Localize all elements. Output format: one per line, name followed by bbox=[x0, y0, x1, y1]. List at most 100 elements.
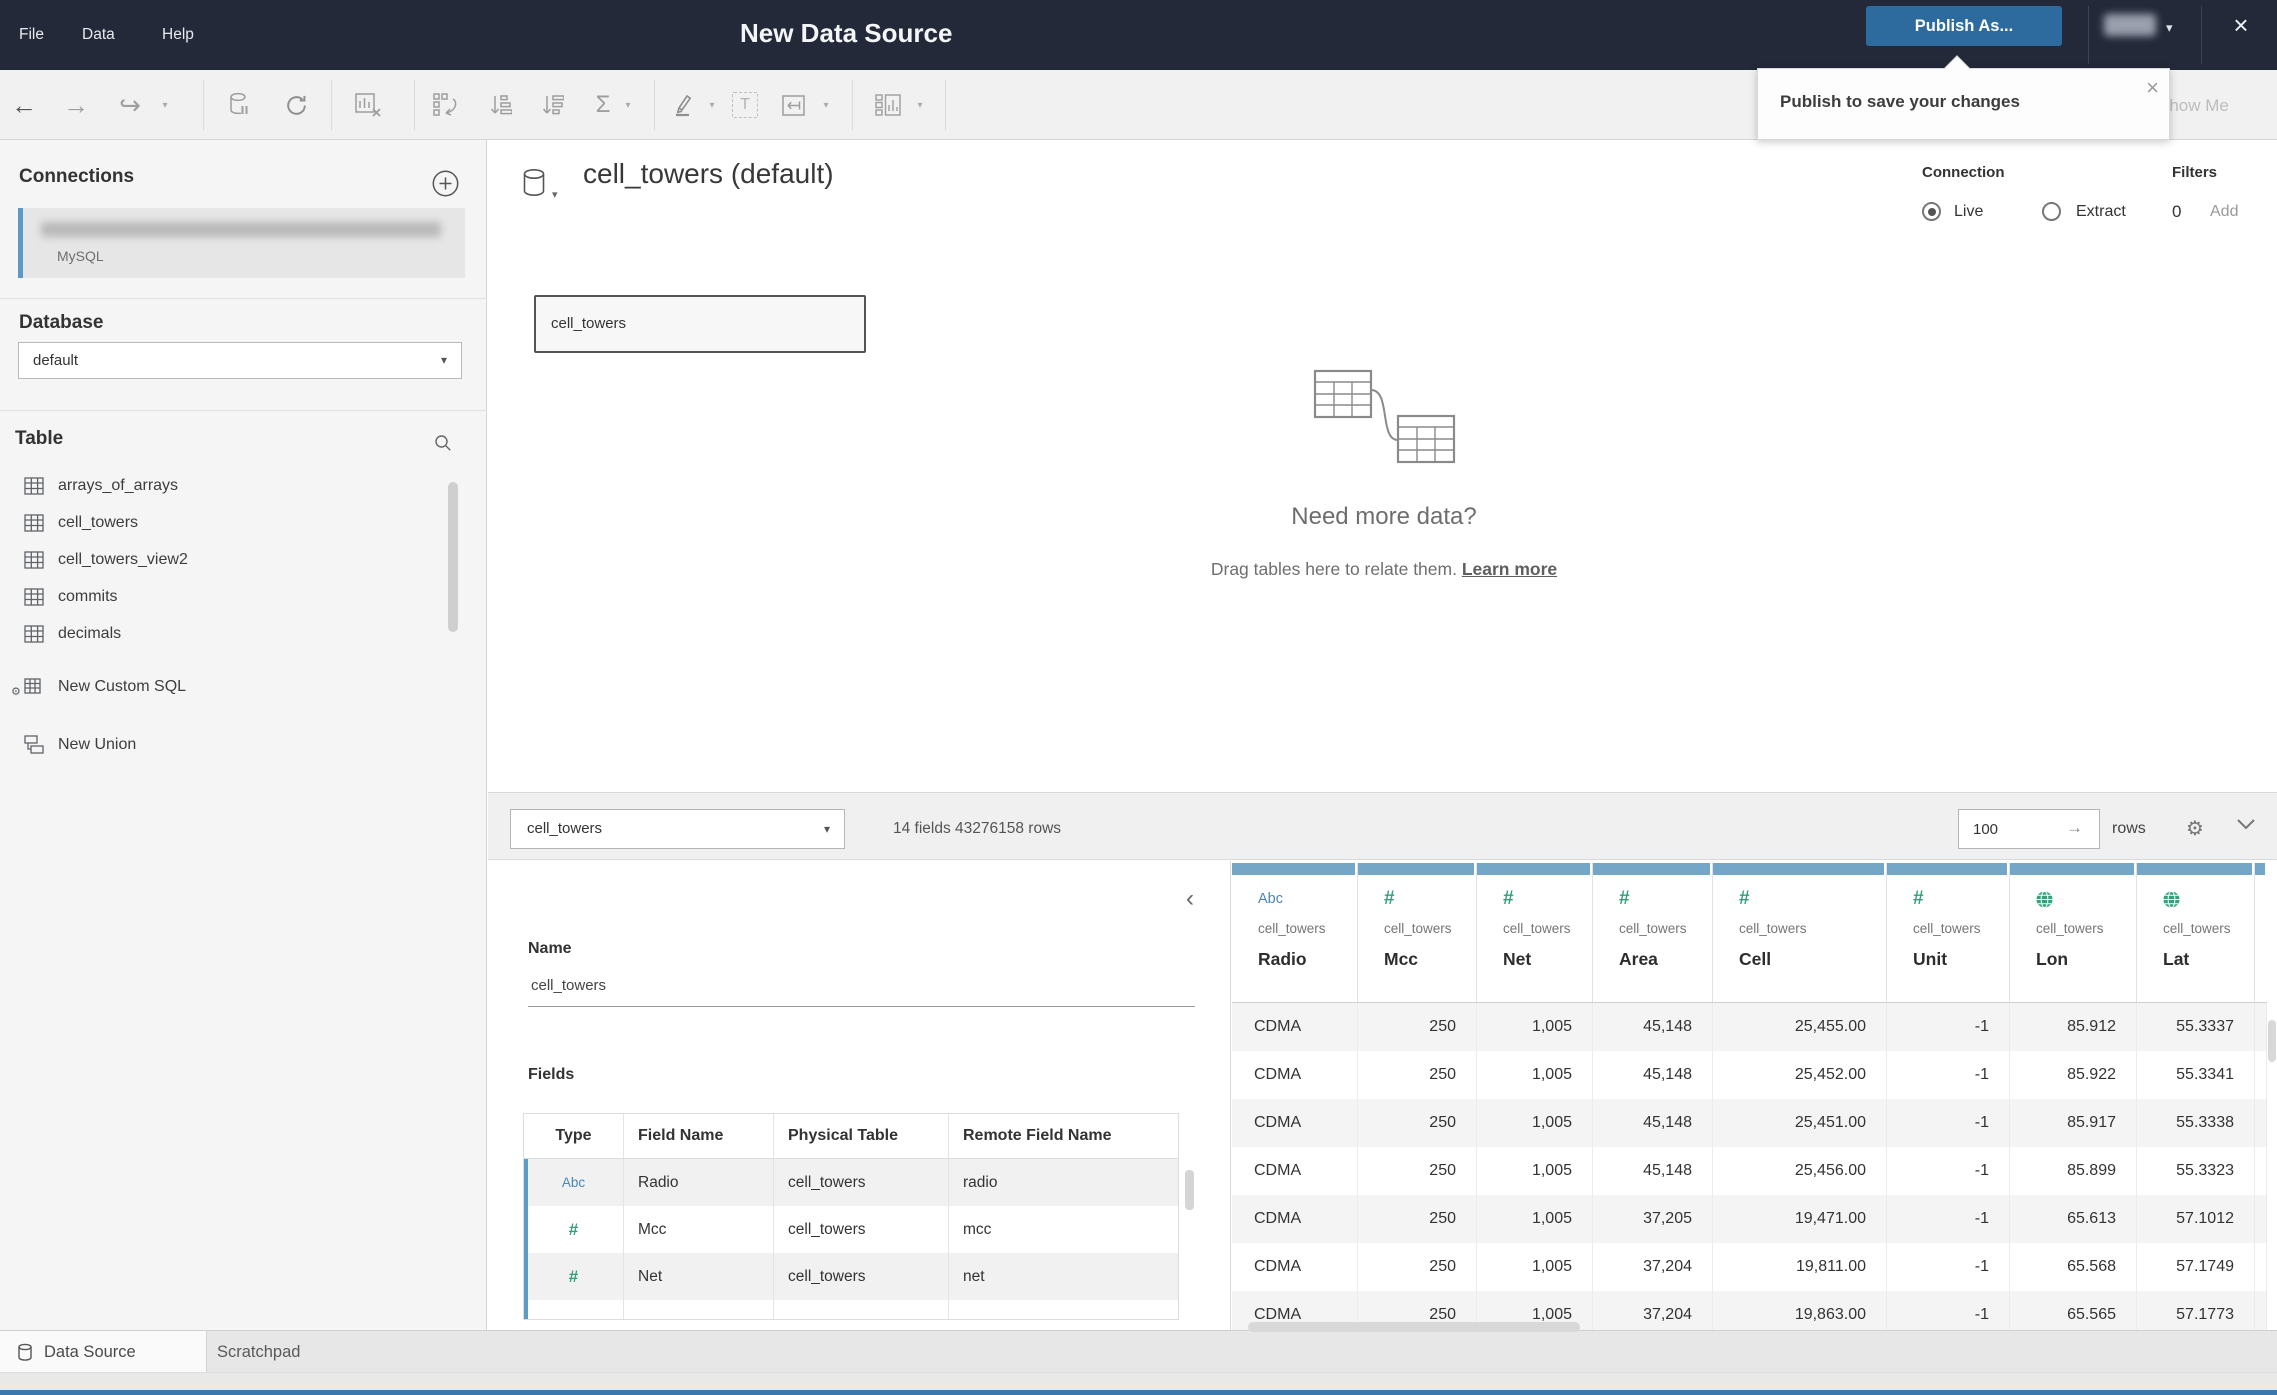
col-remote-field-name: Remote Field Name bbox=[963, 1127, 1112, 1144]
redo-button[interactable]: → bbox=[60, 70, 92, 140]
highlight-caret-icon[interactable]: ▾ bbox=[704, 70, 720, 140]
sidebar-scrollbar[interactable] bbox=[448, 482, 458, 632]
cell: -1 bbox=[1887, 1195, 2010, 1243]
swap-rows-columns-icon[interactable] bbox=[426, 70, 466, 140]
show-cards-icon[interactable] bbox=[868, 70, 908, 140]
name-value[interactable]: cell_towers bbox=[531, 977, 606, 994]
cell: 250 bbox=[1358, 1195, 1477, 1243]
cell: 65.565 bbox=[2010, 1291, 2137, 1330]
field-row-net[interactable]: # Net cell_towers net bbox=[524, 1253, 1178, 1300]
sidebar-item-decimals[interactable]: decimals bbox=[0, 615, 440, 652]
preview-settings-gear-icon[interactable]: ⚙ bbox=[2186, 809, 2204, 849]
extract-label[interactable]: Extract bbox=[2076, 203, 2126, 221]
grid-col-partial bbox=[2255, 863, 2267, 1002]
publish-as-button[interactable]: Publish As... bbox=[1866, 6, 2062, 46]
cell: 250 bbox=[1358, 1243, 1477, 1291]
preview-table-select[interactable]: cell_towers ▾ bbox=[510, 809, 845, 849]
fit-caret-icon[interactable]: ▾ bbox=[818, 70, 834, 140]
collapse-preview-chevron-icon[interactable] bbox=[2236, 817, 2256, 835]
fields-table-scrollbar[interactable] bbox=[1185, 1170, 1194, 1210]
cell: CDMA bbox=[1232, 1051, 1358, 1099]
menu-file[interactable]: File bbox=[19, 0, 44, 70]
new-custom-sql-button[interactable]: ⚙ New Custom SQL bbox=[0, 668, 440, 705]
cell: -1 bbox=[1887, 1243, 2010, 1291]
cell bbox=[2255, 1147, 2267, 1195]
menu-help[interactable]: Help bbox=[162, 0, 194, 70]
totals-sigma-icon[interactable]: Σ bbox=[588, 70, 618, 140]
grid-col-unit[interactable]: # cell_towers Unit bbox=[1887, 863, 2010, 1002]
fit-width-icon[interactable] bbox=[776, 70, 814, 140]
sidebar-item-commits[interactable]: commits bbox=[0, 578, 440, 615]
tab-scratchpad[interactable]: Scratchpad bbox=[217, 1331, 300, 1373]
sidebar-item-arrays-of-arrays[interactable]: arrays_of_arrays bbox=[0, 467, 440, 504]
apply-rows-arrow-icon[interactable]: → bbox=[2066, 809, 2083, 849]
tooltip-close-icon[interactable]: × bbox=[2146, 75, 2159, 101]
user-menu-caret-icon[interactable]: ▾ bbox=[2166, 20, 2173, 36]
extract-radio[interactable] bbox=[2042, 202, 2061, 221]
cell: 45,148 bbox=[1593, 1051, 1713, 1099]
text-annotation-icon[interactable]: T bbox=[728, 70, 762, 140]
grid-col-mcc[interactable]: # cell_towers Mcc bbox=[1358, 863, 1477, 1002]
connection-name-redacted bbox=[41, 222, 441, 237]
tab-data-source-label: Data Source bbox=[44, 1342, 136, 1361]
column-name: Radio bbox=[1258, 949, 1307, 969]
connection-item[interactable]: MySQL bbox=[18, 208, 465, 278]
cell: 25,451.00 bbox=[1713, 1099, 1887, 1147]
show-cards-caret-icon[interactable]: ▾ bbox=[912, 70, 928, 140]
add-connection-icon[interactable] bbox=[432, 170, 459, 202]
cell: -1 bbox=[1887, 1099, 2010, 1147]
close-window-icon[interactable]: × bbox=[2226, 10, 2256, 40]
sidebar-item-cell-towers-view2[interactable]: cell_towers_view2 bbox=[0, 541, 440, 578]
tooltip-text: Publish to save your changes bbox=[1780, 92, 2020, 111]
menu-data[interactable]: Data bbox=[82, 0, 115, 70]
tab-data-source[interactable]: Data Source bbox=[0, 1331, 207, 1373]
preview-toolbar: cell_towers ▾ 14 fields 43276158 rows → … bbox=[488, 792, 2277, 860]
totals-caret-icon[interactable]: ▾ bbox=[620, 70, 636, 140]
grid-left-border bbox=[1230, 861, 1231, 1330]
sidebar-item-cell-towers[interactable]: cell_towers bbox=[0, 504, 440, 541]
cell: 25,455.00 bbox=[1713, 1003, 1887, 1051]
grid-col-lon[interactable]: cell_towers Lon bbox=[2010, 863, 2137, 1002]
new-union-button[interactable]: New Union bbox=[0, 726, 440, 763]
filters-add-button[interactable]: Add bbox=[2210, 203, 2238, 221]
database-select[interactable]: default ▾ bbox=[18, 342, 462, 379]
field-row-radio[interactable]: Abc Radio cell_towers radio bbox=[524, 1159, 1178, 1206]
pause-updates-icon[interactable] bbox=[222, 70, 258, 140]
table-search-icon[interactable] bbox=[434, 434, 452, 457]
refresh-icon[interactable] bbox=[278, 70, 314, 140]
user-avatar[interactable] bbox=[2104, 14, 2156, 36]
sort-descending-icon[interactable] bbox=[532, 70, 572, 140]
table-item-label: arrays_of_arrays bbox=[58, 476, 179, 494]
column-name: Cell bbox=[1739, 949, 1772, 969]
learn-more-link[interactable]: Learn more bbox=[1462, 559, 1557, 579]
number-type-icon: # bbox=[1913, 888, 1924, 909]
cell: 1,005 bbox=[1477, 1147, 1593, 1195]
grid-col-cell[interactable]: # cell_towers Cell bbox=[1713, 863, 1887, 1002]
datasource-caret-icon[interactable]: ▾ bbox=[552, 188, 558, 201]
number-type-icon: # bbox=[1384, 888, 1395, 909]
highlight-pen-icon[interactable] bbox=[666, 70, 700, 140]
field-remote-name: net bbox=[963, 1267, 985, 1285]
field-row-mcc[interactable]: # Mcc cell_towers mcc bbox=[524, 1206, 1178, 1253]
titlebar-divider bbox=[2201, 6, 2202, 64]
live-radio[interactable] bbox=[1922, 202, 1941, 221]
collapse-metadata-icon[interactable]: ‹ bbox=[1186, 885, 1194, 913]
grid-horizontal-scrollbar[interactable] bbox=[1248, 1322, 1580, 1332]
undo-button[interactable]: ← bbox=[8, 70, 40, 140]
cell: CDMA bbox=[1232, 1003, 1358, 1051]
grid-col-lat[interactable]: cell_towers Lat bbox=[2137, 863, 2255, 1002]
grid-vertical-scrollbar[interactable] bbox=[2268, 1020, 2276, 1062]
live-label[interactable]: Live bbox=[1954, 203, 1983, 221]
cell: 85.899 bbox=[2010, 1147, 2137, 1195]
grid-col-radio[interactable]: Abc cell_towers Radio bbox=[1232, 863, 1358, 1002]
grid-col-net[interactable]: # cell_towers Net bbox=[1477, 863, 1593, 1002]
grid-col-area[interactable]: # cell_towers Area bbox=[1593, 863, 1713, 1002]
clear-sheet-icon[interactable] bbox=[348, 70, 388, 140]
column-accent-bar bbox=[1593, 863, 1710, 875]
canvas-table-cell-towers[interactable]: cell_towers bbox=[534, 295, 866, 353]
sort-ascending-icon[interactable] bbox=[480, 70, 520, 140]
replay-button[interactable]: ↪ bbox=[112, 70, 148, 140]
datasource-db-icon[interactable] bbox=[522, 168, 548, 203]
replay-caret-icon[interactable]: ▾ bbox=[156, 70, 174, 140]
name-label: Name bbox=[528, 940, 572, 957]
